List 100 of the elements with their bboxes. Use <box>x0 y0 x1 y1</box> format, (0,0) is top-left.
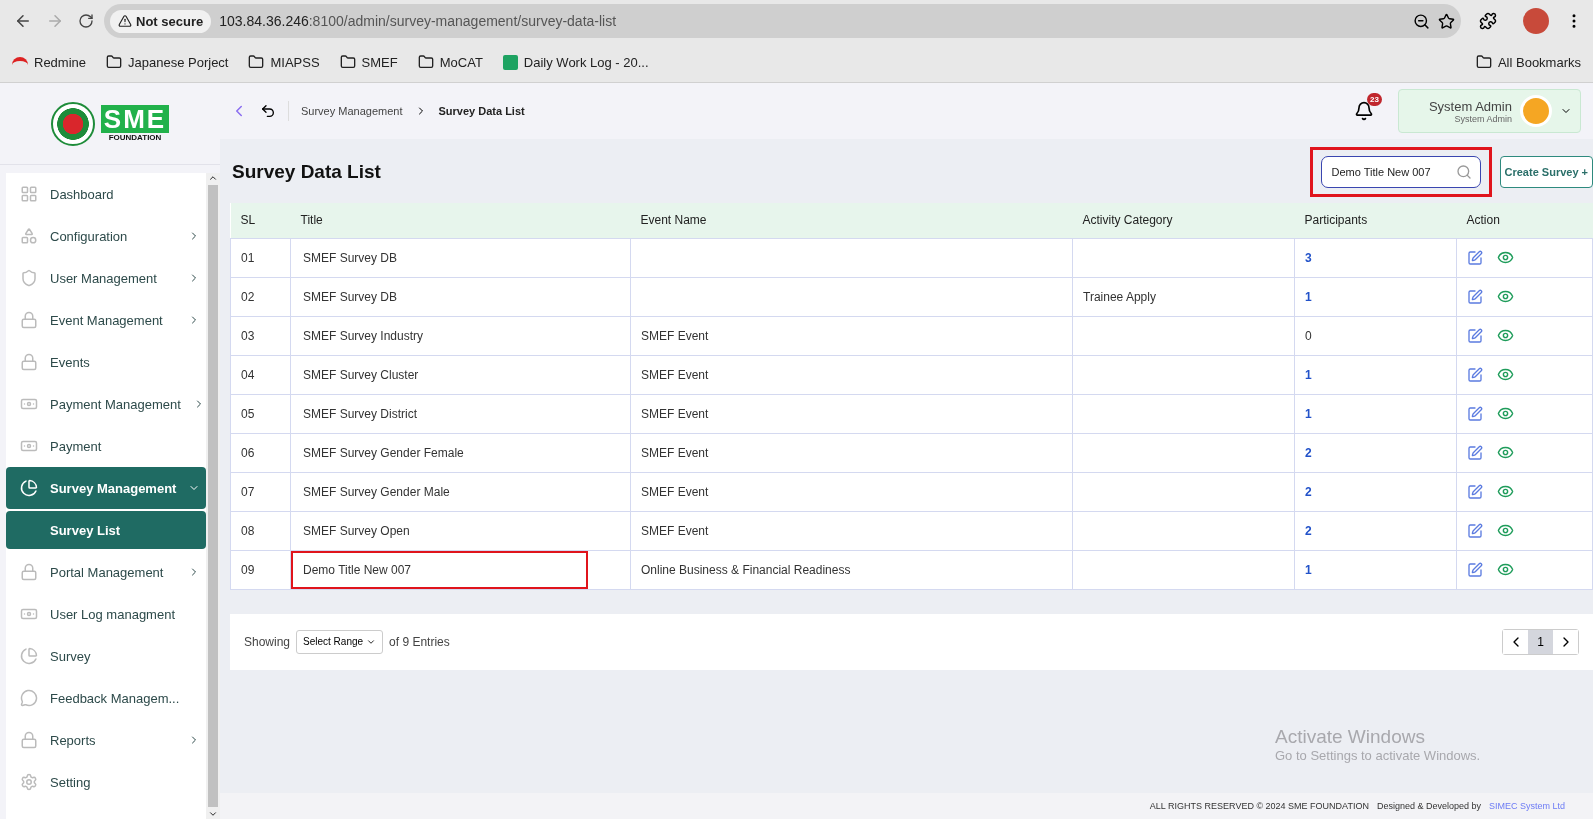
table-cell: SMEF Event <box>630 472 1073 511</box>
security-chip[interactable]: Not secure <box>110 9 212 33</box>
bookmark-label: MoCAT <box>439 54 483 70</box>
sidebar-subitem[interactable]: Survey List <box>6 511 206 549</box>
shield-icon <box>20 269 38 287</box>
table-cell: 09 <box>230 550 291 589</box>
sidebar-item[interactable]: Reports <box>6 719 206 761</box>
sidebar-label: Dashboard <box>50 186 115 202</box>
edit-icon[interactable] <box>1467 405 1483 422</box>
view-icon[interactable] <box>1497 327 1514 344</box>
sidebar-item[interactable]: Feedback Managem... <box>6 677 206 719</box>
bookmark-label: All Bookmarks <box>1497 54 1581 70</box>
column-header: Participants <box>1294 203 1457 238</box>
sidebar-item[interactable]: Configuration <box>6 215 206 257</box>
view-icon[interactable] <box>1497 405 1514 422</box>
edit-icon[interactable] <box>1467 444 1483 461</box>
table-cell: 06 <box>230 433 291 472</box>
shapes-icon <box>20 227 38 245</box>
sidebar-item[interactable]: Dashboard <box>6 173 206 215</box>
table-cell-text: SMEF Survey Cluster <box>302 366 420 384</box>
bookmark[interactable]: SMEF <box>339 54 398 70</box>
breadcrumb-item[interactable]: Survey Management <box>301 105 403 117</box>
scroll-down-icon[interactable] <box>208 809 218 819</box>
search-icon[interactable] <box>1455 164 1472 180</box>
security-label: Not secure <box>136 13 204 29</box>
star-icon[interactable] <box>1438 12 1455 30</box>
folder-icon <box>1475 54 1492 70</box>
sidebar-label: User Management <box>50 270 158 286</box>
table-cell: SMEF Event <box>630 433 1073 472</box>
search-box[interactable]: Demo Title New 007 <box>1320 156 1481 188</box>
search-input[interactable]: Demo Title New 007 <box>1331 166 1456 178</box>
participants-count[interactable]: 2 <box>1305 445 1312 460</box>
scrollbar[interactable] <box>206 173 220 819</box>
edit-icon[interactable] <box>1467 561 1483 578</box>
pie-chart-icon <box>20 479 38 497</box>
sidebar-label: Reports <box>50 732 97 748</box>
sidebar-item[interactable]: Event Management <box>6 299 206 341</box>
folder-icon <box>248 54 265 70</box>
sidebar-item[interactable]: Setting <box>6 761 206 803</box>
all-bookmarks[interactable]: All Bookmarks <box>1475 54 1581 70</box>
participants-count[interactable]: 2 <box>1305 484 1312 499</box>
chat-bubble-icon <box>20 689 38 707</box>
table-cell: 07 <box>230 472 291 511</box>
bookmark[interactable]: MoCAT <box>417 54 483 70</box>
table-cell: Demo Title New 007 <box>291 550 588 589</box>
participants-count[interactable]: 1 <box>1305 367 1312 382</box>
bookmark[interactable]: Redmine <box>12 54 87 70</box>
table-cell: SMEF Event <box>630 355 1073 394</box>
participants-count[interactable]: 1 <box>1305 406 1312 421</box>
user-role: System Admin <box>1454 113 1512 124</box>
sidebar-item[interactable]: User Log managment <box>6 593 206 635</box>
extensions-icon[interactable] <box>1479 12 1497 30</box>
column-header: SL <box>230 203 291 238</box>
sidebar-label: Survey Management <box>50 480 177 496</box>
sidebar-item[interactable]: Payment Management <box>6 383 206 425</box>
participants-count[interactable]: 1 <box>1305 289 1312 304</box>
sidebar-item[interactable]: Portal Management <box>6 551 206 593</box>
table-cell: 03 <box>230 316 291 355</box>
bell-icon[interactable] <box>1353 101 1374 121</box>
logo-text: SME <box>100 105 170 133</box>
view-icon[interactable] <box>1497 249 1514 266</box>
page-button[interactable]: 1 <box>1528 629 1553 654</box>
warning-icon <box>118 14 132 28</box>
bookmark[interactable]: Japanese Porject <box>106 54 229 70</box>
edit-icon[interactable] <box>1467 327 1483 344</box>
user-menu[interactable]: System Admin System Admin <box>1397 89 1581 133</box>
create-survey-button[interactable]: Create Survey + <box>1499 156 1593 188</box>
view-icon[interactable] <box>1497 483 1514 500</box>
avatar-circle <box>1520 95 1552 127</box>
bookmark[interactable]: MIAPSS <box>248 54 320 70</box>
edit-icon[interactable] <box>1467 366 1483 383</box>
credit-text: Designed & Developed by <box>1376 801 1481 811</box>
participants-count[interactable]: 1 <box>1305 562 1312 577</box>
sidebar-item[interactable]: Payment <box>6 425 206 467</box>
scroll-up-icon[interactable] <box>208 173 218 183</box>
back-arrow-icon[interactable] <box>260 103 276 119</box>
sidebar-item[interactable]: User Management <box>6 257 206 299</box>
sidebar-item[interactable]: Events <box>6 341 206 383</box>
edit-icon[interactable] <box>1467 249 1483 266</box>
participants-count[interactable]: 3 <box>1305 250 1312 265</box>
view-icon[interactable] <box>1497 444 1514 461</box>
edit-icon[interactable] <box>1467 522 1483 539</box>
sidebar-item[interactable]: Survey Management <box>6 467 206 509</box>
profile-avatar[interactable] <box>1523 8 1549 34</box>
zoom-icon[interactable] <box>1413 12 1430 30</box>
sidebar-item[interactable]: Survey <box>6 635 206 677</box>
view-icon[interactable] <box>1497 288 1514 305</box>
view-icon[interactable] <box>1497 561 1514 578</box>
copyright-text: ALL RIGHTS RESERVED © 2024 SME FOUNDATION <box>1149 801 1369 811</box>
column-header: Action <box>1456 203 1593 238</box>
range-select[interactable]: Select Range <box>296 629 384 654</box>
edit-icon[interactable] <box>1467 483 1483 500</box>
url-text: 103.84.36.246:8100/admin/survey-management/survey-data-list <box>219 13 618 29</box>
table-cell-text: SMEF Survey DB <box>302 249 399 267</box>
address-bar[interactable]: Not secure 103.84.36.246:8100/admin/survey-management/survey-data-list <box>104 4 1461 38</box>
sidebar-label: Configuration <box>50 228 129 244</box>
view-icon[interactable] <box>1497 366 1514 383</box>
participants-count[interactable]: 2 <box>1305 523 1312 538</box>
view-icon[interactable] <box>1497 522 1514 539</box>
edit-icon[interactable] <box>1467 288 1483 305</box>
